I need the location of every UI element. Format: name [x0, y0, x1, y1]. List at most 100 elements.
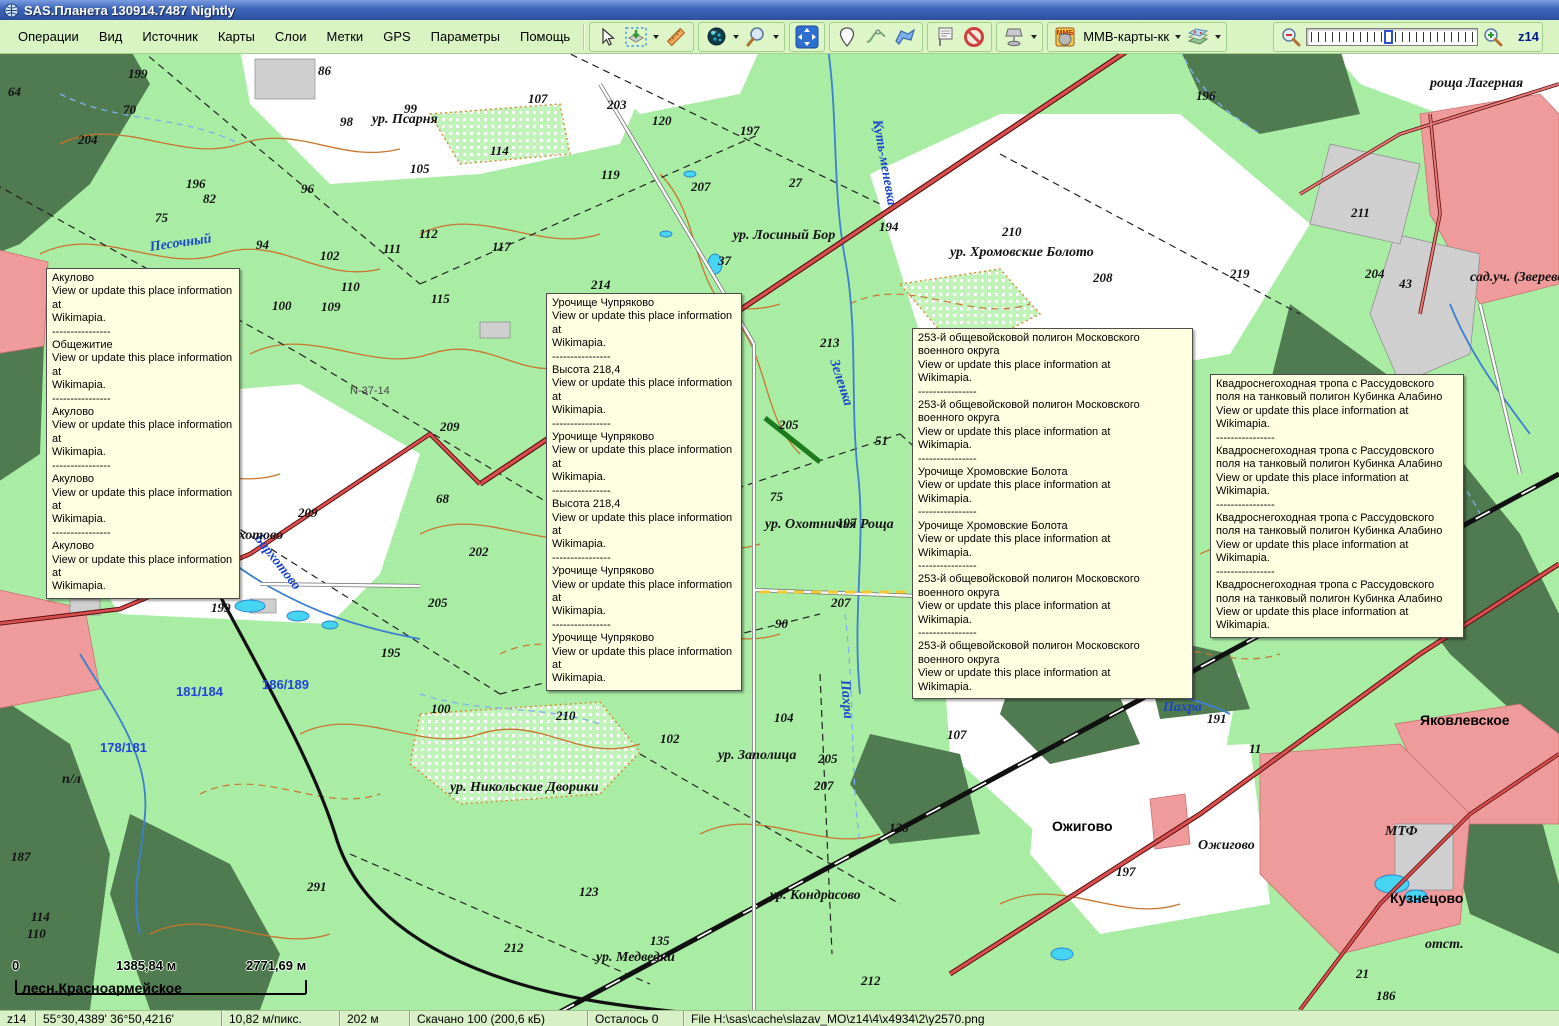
search-button[interactable] [742, 23, 770, 51]
toolbar-group-zoom: z14 [1273, 22, 1543, 52]
tooltip-separator: ---------------- [552, 351, 737, 364]
tooltip-wikimapia-line: Wikimapia. [1216, 552, 1459, 565]
zoom-out-button[interactable] [1277, 23, 1305, 51]
tooltip-separator: ---------------- [52, 527, 235, 540]
download-dropdown-arrow[interactable] [653, 35, 659, 39]
cursor-tool-button[interactable] [593, 23, 621, 51]
ruler-tool-button[interactable] [662, 23, 690, 51]
map-source-globe-button[interactable] [702, 23, 730, 51]
menu-item-вид[interactable]: Вид [89, 25, 133, 48]
globe-icon [706, 26, 727, 47]
layers-icon [1186, 27, 1210, 47]
globe-dropdown-arrow[interactable] [733, 35, 739, 39]
tooltip-wikimapia-line: View or update this place information at [1216, 472, 1459, 485]
wikimapia-tooltip: Квадроснегоходная тропа с Рассудовского … [1210, 374, 1464, 638]
map-source-label[interactable]: ММВ-карты-кк [1083, 29, 1169, 44]
tooltip-place-name: Квадроснегоходная тропа с Рассудовского … [1216, 512, 1459, 539]
tooltip-wikimapia-line: View or update this place information at [1216, 606, 1459, 619]
polygon-icon [894, 27, 916, 47]
toolbar-group-gps [996, 22, 1043, 52]
status-remaining: Осталось 0 [588, 1011, 684, 1026]
tooltip-separator: ---------------- [552, 619, 737, 632]
toolbar-group-tools [589, 22, 694, 52]
tooltip-place-name: Общежитие [52, 339, 235, 352]
tooltip-wikimapia-line: Wikimapia. [52, 446, 235, 459]
fullscreen-button[interactable] [793, 23, 821, 51]
tooltip-place-name: Квадроснегоходная тропа с Рассудовского … [1216, 579, 1459, 606]
tooltip-place-name: Квадроснегоходная тропа с Рассудовского … [1216, 378, 1459, 405]
tooltip-wikimapia-line: Wikimapia. [552, 672, 737, 685]
tooltip-wikimapia-line: View or update this place information at [52, 554, 235, 581]
tooltip-wikimapia-line: View or update this place information at [552, 512, 737, 539]
tooltip-wikimapia-line: Wikimapia. [552, 337, 737, 350]
tooltip-separator: ---------------- [1216, 566, 1459, 579]
layers-dropdown-arrow[interactable] [1215, 35, 1221, 39]
tooltip-separator: ---------------- [1216, 499, 1459, 512]
download-selection-button[interactable] [622, 23, 650, 51]
status-downloaded: Скачано 100 (200,6 кБ) [410, 1011, 588, 1026]
menu-item-карты[interactable]: Карты [208, 25, 265, 48]
tooltip-separator: ---------------- [552, 485, 737, 498]
add-route-button[interactable] [862, 23, 890, 51]
gps-button[interactable] [1000, 23, 1028, 51]
tooltip-wikimapia-line: View or update this place information at [918, 667, 1188, 680]
tooltip-place-name: 253-й общевойсковой полигон Московского … [918, 640, 1188, 667]
add-polygon-button[interactable] [891, 23, 919, 51]
tooltip-place-name: 253-й общевойсковой полигон Московского … [918, 573, 1188, 600]
tooltip-wikimapia-line: Wikimapia. [918, 493, 1188, 506]
mmb-maps-icon: ММБ [1055, 27, 1075, 47]
wikimapia-tooltip: АкуловоView or update this place informa… [46, 268, 240, 599]
tooltip-wikimapia-line: Wikimapia. [552, 538, 737, 551]
toolbar-group-fullscreen [789, 22, 825, 52]
menu-item-источник[interactable]: Источник [132, 25, 208, 48]
gps-dropdown-arrow[interactable] [1031, 35, 1037, 39]
tooltip-separator: ---------------- [918, 386, 1188, 399]
tooltip-wikimapia-line: Wikimapia. [52, 580, 235, 593]
zoom-slider-thumb[interactable] [1384, 30, 1393, 44]
zoom-in-button[interactable] [1479, 23, 1507, 51]
zoom-level-label: z14 [1518, 29, 1539, 44]
tooltip-wikimapia-line: Wikimapia. [52, 379, 235, 392]
toolbar-group-view [698, 22, 785, 52]
zoom-slider[interactable] [1306, 28, 1478, 46]
status-coordinates: 55°30,4389' 36°50,4216' [36, 1011, 222, 1026]
layers-button[interactable] [1184, 23, 1212, 51]
tooltip-separator: ---------------- [1216, 432, 1459, 445]
search-magnifier-icon [745, 26, 767, 48]
toolbar-group-marks [829, 22, 923, 52]
disable-download-button[interactable] [960, 23, 988, 51]
zoom-out-icon [1280, 26, 1302, 48]
tooltip-place-name: 253-й общевойсковой полигон Московского … [918, 332, 1188, 359]
mmb-maps-button[interactable]: ММБ [1051, 23, 1079, 51]
title-bar[interactable]: SAS.Планета 130914.7487 Nightly [0, 0, 1559, 20]
menu-item-метки[interactable]: Метки [317, 25, 374, 48]
add-placemark-button[interactable] [833, 23, 861, 51]
tooltip-wikimapia-line: View or update this place information at [552, 444, 737, 471]
tooltip-separator: ---------------- [918, 453, 1188, 466]
tooltip-separator: ---------------- [552, 418, 737, 431]
tooltip-separator: ---------------- [918, 560, 1188, 573]
tooltip-place-name: Высота 218,4 [552, 498, 737, 511]
placemark-list-button[interactable] [931, 23, 959, 51]
menu-toolbar-row: ОперацииВидИсточникКартыСлоиМеткиGPSПара… [0, 20, 1559, 54]
tooltip-separator: ---------------- [52, 326, 235, 339]
tooltip-wikimapia-line: View or update this place information at [918, 479, 1188, 492]
tooltip-wikimapia-line: Wikimapia. [918, 681, 1188, 694]
sas-planet-window: SAS.Планета 130914.7487 Nightly Операции… [0, 0, 1559, 1026]
tooltip-wikimapia-line: Wikimapia. [918, 439, 1188, 452]
menu-item-параметры[interactable]: Параметры [421, 25, 510, 48]
map-source-dropdown-arrow[interactable] [1175, 35, 1181, 39]
menu-item-помощь[interactable]: Помощь [510, 25, 580, 48]
tooltip-wikimapia-line: Wikimapia. [1216, 619, 1459, 632]
menu-item-операции[interactable]: Операции [8, 25, 89, 48]
tooltip-wikimapia-line: View or update this place information at [918, 533, 1188, 546]
tooltip-wikimapia-line: View or update this place information at [552, 579, 737, 606]
ruler-icon [665, 26, 687, 48]
tooltip-separator: ---------------- [918, 506, 1188, 519]
tooltip-place-name: Высота 218,4 [552, 364, 737, 377]
menu-item-gps[interactable]: GPS [373, 25, 420, 48]
tooltip-wikimapia-line: View or update this place information at [52, 352, 235, 379]
menu-item-слои[interactable]: Слои [265, 25, 317, 48]
search-dropdown-arrow[interactable] [773, 35, 779, 39]
tooltip-wikimapia-line: Wikimapia. [552, 471, 737, 484]
